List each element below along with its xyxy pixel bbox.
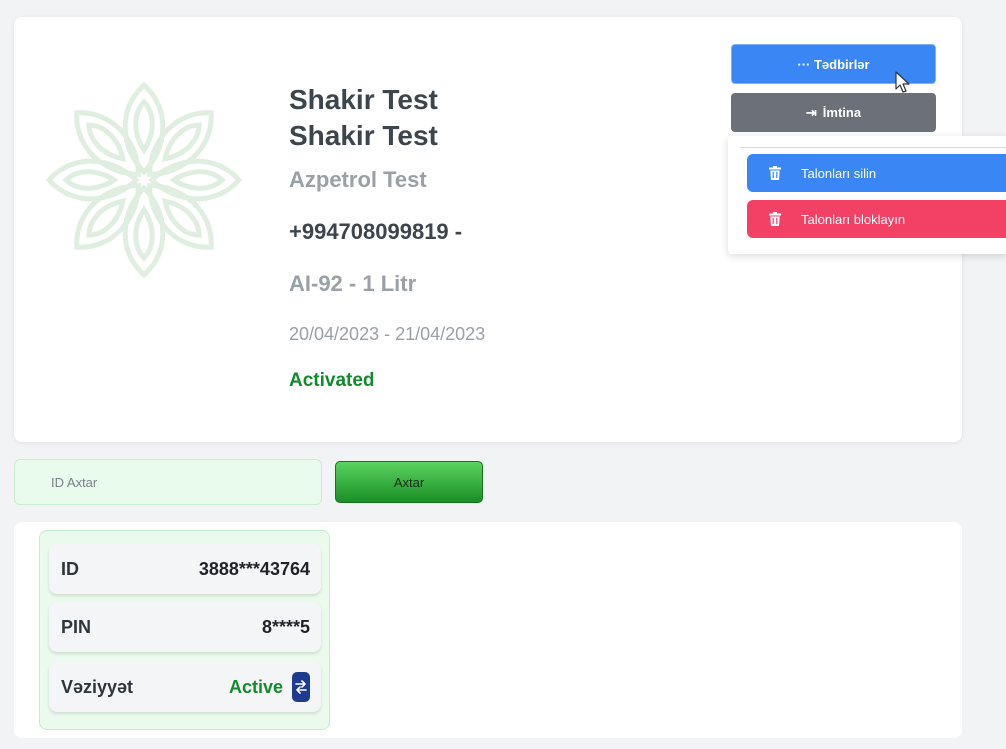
delete-coupons-label: Talonları silin xyxy=(801,165,877,181)
cancel-button[interactable]: ⇥ İmtina xyxy=(731,93,936,132)
detail-label: PIN xyxy=(61,616,92,637)
detail-label: Vəziyyət xyxy=(61,676,134,697)
block-coupons-label: Talonları bloklayın xyxy=(801,211,906,227)
detail-value: 3888***43764 xyxy=(198,558,310,579)
detail-value: 8****5 xyxy=(261,616,310,637)
fuel-type: AI-92 - 1 Litr xyxy=(289,271,417,296)
swap-arrows-icon xyxy=(295,680,307,694)
actions-button-label: ··· Tədbirlər xyxy=(797,56,870,72)
delete-coupons-item[interactable]: Talonları silin xyxy=(747,154,1006,192)
detail-row-id: ID 3888***43764 xyxy=(49,544,321,594)
cancel-button-label: İmtina xyxy=(822,105,862,120)
dropdown-divider xyxy=(740,147,1006,148)
phone-number: +994708099819 - xyxy=(289,219,463,244)
company-name: Azpetrol Test xyxy=(289,167,427,192)
sign-out-icon: ⇥ xyxy=(805,104,817,120)
validity-dates: 20/04/2023 - 21/04/2023 xyxy=(289,324,486,344)
detail-status-value: Active xyxy=(229,672,310,702)
trash-icon xyxy=(769,212,781,226)
detail-row-pin: PIN 8****5 xyxy=(49,602,321,652)
profile-info: Shakir Test Shakir Test Azpetrol Test +9… xyxy=(289,82,485,391)
detail-row-status: Vəziyyət Active xyxy=(49,662,321,712)
mouse-cursor-icon xyxy=(895,71,910,93)
block-coupons-item[interactable]: Talonları bloklayın xyxy=(747,200,1006,238)
holder-name: Shakir Test xyxy=(289,84,438,115)
holder-name-secondary: Shakir Test xyxy=(289,120,438,151)
id-search-input[interactable] xyxy=(14,459,322,505)
activation-status: Activated xyxy=(289,370,375,391)
actions-dropdown-menu: Talonları silin Talonları bloklayın xyxy=(728,136,1006,254)
detail-label: ID xyxy=(61,558,79,579)
trash-icon xyxy=(769,166,781,180)
search-button[interactable]: Axtar xyxy=(335,461,483,503)
search-button-label: Axtar xyxy=(393,474,425,490)
company-logo xyxy=(44,81,244,285)
toggle-status-button[interactable] xyxy=(292,672,310,702)
status-text: Active xyxy=(228,676,283,697)
